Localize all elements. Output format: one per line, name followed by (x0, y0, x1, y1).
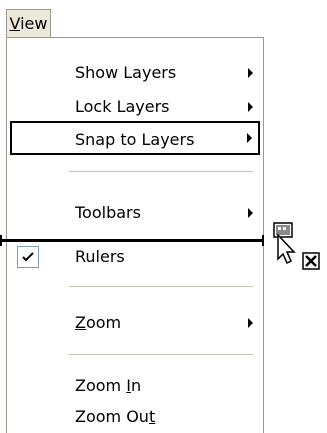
view-label-rest: iew (20, 14, 48, 33)
menu-item-label: Zoom Out (75, 400, 155, 433)
view-mnemonic: V (9, 14, 21, 33)
menu-separator (69, 171, 253, 172)
menu-item-label-pre: Zoom Ou (75, 407, 149, 426)
checkmark-icon (17, 246, 39, 268)
menu-item-label-pre: Zoom (75, 376, 127, 395)
menu-item-label: Rulers (75, 247, 125, 266)
menu-item-rulers[interactable]: Rulers (7, 240, 263, 274)
menu-separator (69, 286, 253, 287)
menu-item-label: Toolbars (75, 203, 141, 222)
submenu-arrow-icon (248, 318, 253, 328)
menu-item-label: Show Layers (75, 63, 177, 82)
menu-item-label-post: n (130, 376, 142, 395)
menu-item-zoom-out[interactable]: Zoom Out (7, 400, 263, 433)
menu-item-zoom[interactable]: Zoom (7, 306, 263, 340)
menu-item-label-mnemonic: t (148, 407, 156, 426)
menu-view[interactable]: View (6, 9, 51, 38)
submenu-arrow-icon (248, 68, 253, 78)
drop-insertion-line (0, 235, 264, 246)
menu-item-zoom-in[interactable]: Zoom In (7, 369, 263, 403)
menu-item-label: Zoom In (75, 369, 141, 403)
menu-item-label-mnemonic: Z (75, 313, 86, 332)
drag-cursor-icon (273, 222, 320, 270)
menu-item-label: Zoom (75, 306, 121, 340)
menu-item-snap-to-layers[interactable]: Snap to Layers (10, 121, 260, 155)
menu-item-toolbars[interactable]: Toolbars (7, 196, 263, 230)
menu-item-label: Snap to Layers (75, 130, 195, 149)
menu-item-lock-layers[interactable]: Lock Layers (7, 90, 263, 124)
menu-separator (69, 354, 253, 355)
submenu-arrow-icon (248, 102, 253, 112)
menu-item-label: Lock Layers (75, 97, 170, 116)
submenu-arrow-icon (248, 208, 253, 218)
menu-item-label-rest: oom (85, 313, 122, 332)
menu-item-show-layers[interactable]: Show Layers (7, 56, 263, 90)
submenu-arrow-icon (247, 133, 252, 143)
view-dropdown-menu: Show Layers Lock Layers Snap to Layers T… (6, 37, 264, 433)
